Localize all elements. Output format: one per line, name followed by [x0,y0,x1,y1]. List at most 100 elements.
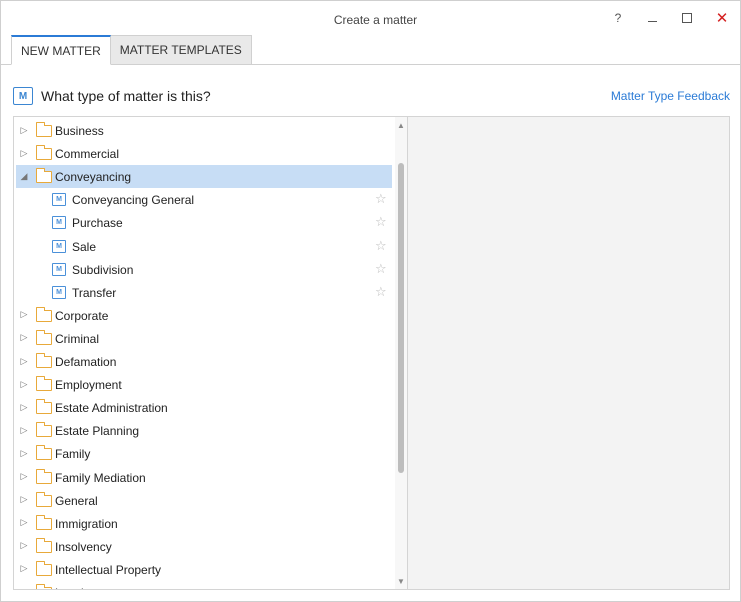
collapsed-arrow-icon[interactable]: ▷ [19,517,29,528]
tree-folder-immigration[interactable]: ▷ Immigration [14,512,390,535]
help-button[interactable]: ? [603,7,633,29]
tree-item-label: Intellectual Property [55,562,162,577]
folder-icon [35,514,52,530]
collapsed-arrow-icon[interactable]: ▷ [19,125,29,135]
scroll-up-arrow-icon[interactable]: ▲ [395,119,407,131]
title-bar[interactable]: Create a matter ? ✕ [1,1,740,37]
collapsed-arrow-icon[interactable]: ▷ [19,402,29,412]
tree-item-label: Conveyancing [55,170,132,185]
tree-item-label: Immigration [55,516,118,531]
matter-type-icon: M [52,216,66,230]
tab-matter-templates[interactable]: MATTER TEMPLATES [110,35,252,65]
tree-folder-estate-planning[interactable]: ▷ Estate Planning [14,419,390,442]
folder-icon [35,491,52,507]
tab-new-matter[interactable]: NEW MATTER [11,35,111,65]
matter-type-icon: M [13,87,33,105]
collapsed-arrow-icon[interactable]: ▷ [19,563,29,574]
tree-folder-leasing[interactable]: ▷ Leasing [14,581,390,590]
collapsed-arrow-icon[interactable]: ▷ [19,356,29,366]
tab-divider [1,64,740,65]
expanded-arrow-icon[interactable]: ◢ [19,171,29,181]
tree-folder-defamation[interactable]: ▷ Defamation [14,350,390,373]
matter-type-feedback-link[interactable]: Matter Type Feedback [611,89,730,103]
favorite-star-icon[interactable]: ☆ [375,284,387,300]
close-button[interactable]: ✕ [707,7,737,29]
tree-item-label: Transfer [72,285,117,300]
collapsed-arrow-icon[interactable]: ▷ [19,448,29,458]
tree-item-label: Sale [72,239,97,254]
favorite-star-icon[interactable]: ☆ [375,214,387,230]
folder-icon [35,122,52,137]
folder-icon [35,306,52,322]
collapsed-arrow-icon[interactable]: ▷ [19,425,29,435]
close-icon: ✕ [715,10,729,27]
matter-type-icon: M [52,239,66,253]
tree-item-label: Criminal [55,331,100,346]
matter-type-tree[interactable]: ▷ Business ▷ Commercial ◢ Conveyancing M Convey… [13,116,408,590]
matter-type-icon: M [52,262,66,276]
tree-matter-type-sale[interactable]: M Sale ☆ [14,235,390,258]
tree-folder-general[interactable]: ▷ General [14,489,390,512]
tree-folder-employment[interactable]: ▷ Employment [14,373,390,396]
collapsed-arrow-icon[interactable]: ▷ [19,379,29,389]
prompt-heading: What type of matter is this? [41,88,211,104]
tree-folder-commercial[interactable]: ▷ Commercial [14,142,390,165]
tree-item-label: General [55,493,98,508]
scroll-down-arrow-icon[interactable]: ▼ [395,575,407,587]
prompt-row: M What type of matter is this? Matter Ty… [13,86,733,108]
folder-icon [35,168,52,184]
folder-icon [35,399,52,415]
tree-folder-family[interactable]: ▷ Family [14,442,390,465]
tree-folder-insolvency[interactable]: ▷ Insolvency [14,535,390,558]
tree-item-label: Defamation [55,355,117,369]
matter-type-icon: M [52,193,66,207]
folder-icon [35,560,52,576]
folder-icon [35,422,52,438]
favorite-star-icon[interactable]: ☆ [375,191,387,207]
tree-matter-type-conveyancing-general[interactable]: M Conveyancing General ☆ [14,188,390,211]
tree-item-label: Corporate [55,308,109,323]
folder-icon [35,468,52,484]
favorite-star-icon[interactable]: ☆ [375,238,387,254]
tree-item-label: Estate Planning [55,424,140,439]
tree-folder-corporate[interactable]: ▷ Corporate [14,304,390,327]
minimize-icon [647,20,657,22]
tree-item-label: Insolvency [55,539,112,554]
collapsed-arrow-icon[interactable]: ▷ [19,309,29,320]
minimize-button[interactable] [637,7,667,29]
create-matter-window: Create a matter ? ✕ NEW MATTER MATTER TE… [0,0,741,602]
tree-folder-intellectual-property[interactable]: ▷ Intellectual Property [14,558,390,581]
tree-item-label: Estate Administration [55,401,168,416]
tree-item-label: Business [55,124,104,138]
tree-scrollbar[interactable]: ▲ ▼ [395,117,407,589]
tree-matter-type-purchase[interactable]: M Purchase ☆ [14,211,390,234]
folder-icon [35,584,52,589]
tree-item-label: Subdivision [72,262,134,277]
tree-item-label: Purchase [72,216,123,231]
collapsed-arrow-icon[interactable]: ▷ [19,332,29,343]
tree-folder-business[interactable]: ▷ Business [14,119,390,142]
tree-folder-conveyancing[interactable]: ◢ Conveyancing [16,165,392,189]
tab-bar: NEW MATTER MATTER TEMPLATES [11,35,252,65]
tree-item-label: Family [55,447,91,462]
tree-folder-criminal[interactable]: ▷ Criminal [14,327,390,350]
collapsed-arrow-icon[interactable]: ▷ [19,494,29,505]
matter-type-detail-panel [408,116,730,590]
tree-item-label: Commercial [55,147,120,162]
collapsed-arrow-icon[interactable]: ▷ [19,587,29,590]
collapsed-arrow-icon[interactable]: ▷ [19,148,29,158]
folder-icon [35,445,52,461]
tree-folder-estate-administration[interactable]: ▷ Estate Administration [14,396,390,419]
tree-item-label: Conveyancing General [72,193,195,208]
tree-matter-type-transfer[interactable]: M Transfer ☆ [14,281,390,304]
tree-matter-type-subdivision[interactable]: M Subdivision ☆ [14,258,390,281]
folder-icon [35,353,52,368]
favorite-star-icon[interactable]: ☆ [375,261,387,277]
folder-icon [35,376,52,392]
collapsed-arrow-icon[interactable]: ▷ [19,471,29,482]
folder-icon [35,329,52,345]
collapsed-arrow-icon[interactable]: ▷ [19,540,29,551]
maximize-button[interactable] [672,7,702,29]
tree-folder-family-mediation[interactable]: ▷ Family Mediation [14,466,390,489]
scroll-thumb[interactable] [398,163,404,473]
